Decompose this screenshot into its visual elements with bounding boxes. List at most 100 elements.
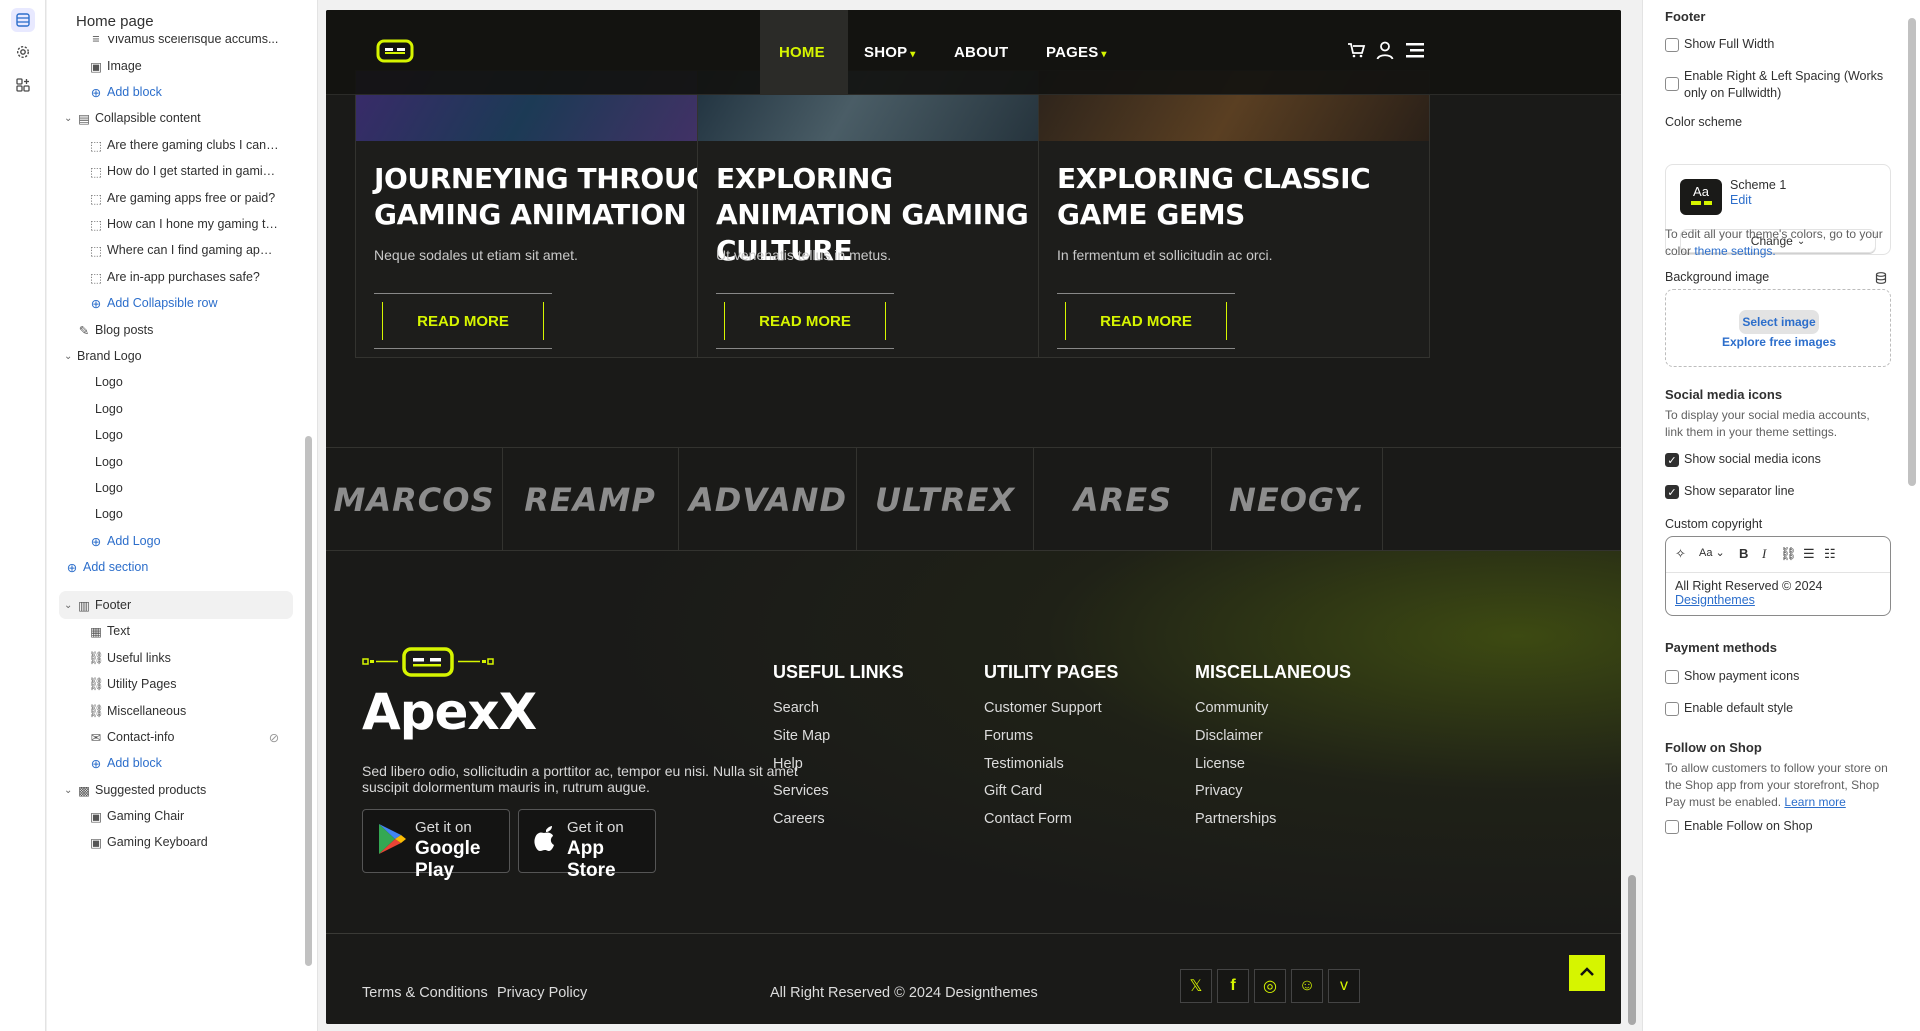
chevron-down-icon[interactable]: ⌄ [64, 785, 74, 796]
footer-link[interactable]: Search [773, 700, 819, 716]
tree-section[interactable]: ⌄ ▩ Suggested products [59, 776, 293, 804]
footer-link[interactable]: Customer Support [984, 700, 1102, 716]
tree-section[interactable]: ✎ Blog posts [59, 316, 293, 344]
footer-link[interactable]: Site Map [773, 728, 830, 744]
back-to-top-button[interactable] [1569, 955, 1605, 991]
tree-block[interactable]: Logo [59, 474, 293, 502]
brand-logo[interactable]: ULTREX [857, 448, 1034, 552]
add-section-button[interactable]: ⊕ Add section [59, 553, 293, 581]
vimeo-icon[interactable]: v [1328, 969, 1360, 1003]
cart-icon[interactable] [1346, 40, 1366, 65]
settings-scrollbar[interactable] [1905, 0, 1919, 1031]
copyright-editor[interactable]: ✧ Aa ⌄ B I ⛓ ☰ ☷ All Right Reserved © 20… [1665, 536, 1891, 616]
blog-card[interactable]: EXPLORING ANIMATION GAMING CULTURE Ut ve… [697, 70, 1089, 358]
bullet-list-icon[interactable]: ☰ [1803, 546, 1815, 562]
sidebar-scroll-thumb[interactable] [305, 436, 312, 966]
google-play-button[interactable]: Get it on Google Play [362, 809, 510, 881]
blog-card-title[interactable]: JOURNEYING THROUGH GAMING ANIMATION [374, 161, 734, 233]
enable-spacing-label[interactable]: Enable Right & Left Spacing (Works only … [1684, 68, 1884, 102]
link-icon[interactable]: ⛓ [1780, 546, 1797, 562]
footer-link[interactable]: Disclaimer [1195, 728, 1263, 744]
show-separator-label[interactable]: Show separator line [1684, 483, 1794, 500]
brand-logo[interactable]: MARCOS [326, 448, 503, 552]
tree-block[interactable]: ⛓ Utility Pages [59, 670, 293, 698]
show-payment-checkbox[interactable] [1665, 670, 1679, 684]
tree-block[interactable]: ▣ Gaming Chair [59, 802, 293, 830]
nav-about[interactable]: ABOUT [954, 44, 1008, 61]
facebook-icon[interactable]: f [1217, 969, 1249, 1003]
learn-more-link[interactable]: Learn more [1784, 795, 1845, 809]
tree-block[interactable]: ≡ Vivamus scelerisque accums... [59, 36, 293, 53]
blog-card-title[interactable]: EXPLORING CLASSIC GAME GEMS [1057, 161, 1417, 233]
show-payment-label[interactable]: Show payment icons [1684, 668, 1799, 685]
tree-block[interactable]: ⬚ Are gaming apps free or paid? [59, 184, 293, 212]
brand-logo[interactable]: ADVAND [680, 448, 857, 552]
show-social-label[interactable]: Show social media icons [1684, 451, 1821, 468]
preview-scrollbar[interactable] [1624, 0, 1640, 1031]
nav-pages[interactable]: PAGES ▾ [1046, 44, 1107, 61]
tree-block[interactable]: ▣ Gaming Keyboard [59, 828, 293, 856]
footer-link[interactable]: Contact Form [984, 811, 1072, 827]
user-icon[interactable] [1375, 40, 1395, 65]
show-full-width-label[interactable]: Show Full Width [1684, 36, 1774, 53]
default-style-checkbox[interactable] [1665, 702, 1679, 716]
show-separator-checkbox[interactable]: ✓ [1665, 485, 1679, 499]
image-drop-zone[interactable]: Select image Explore free images [1665, 289, 1891, 367]
tree-section-footer[interactable]: ⌄ ▥ Footer [59, 591, 293, 619]
select-image-button[interactable]: Select image [1739, 310, 1819, 334]
menu-icon[interactable] [1404, 40, 1426, 65]
eye-slash-icon[interactable]: ⊘ [267, 730, 281, 745]
enable-spacing-checkbox[interactable] [1665, 77, 1679, 91]
explore-images-link[interactable]: Explore free images [1666, 335, 1892, 349]
x-icon[interactable]: 𝕏 [1180, 969, 1212, 1003]
tree-block[interactable]: ⛓ Miscellaneous [59, 697, 293, 725]
settings-scroll-thumb[interactable] [1908, 18, 1916, 486]
preview-scroll-thumb[interactable] [1628, 875, 1636, 1025]
sidebar-scrollbar[interactable] [302, 46, 314, 1026]
tree-section[interactable]: ⌄ Brand Logo [59, 342, 293, 370]
theme-settings-link[interactable]: theme settings. [1694, 244, 1775, 258]
tree-block[interactable]: ⬚ Where can I find gaming apps? [59, 236, 293, 264]
terms-link[interactable]: Terms & Conditions [362, 985, 488, 1001]
tree-block[interactable]: Logo [59, 395, 293, 423]
chevron-down-icon[interactable]: ⌄ [64, 351, 74, 362]
tree-block[interactable]: Logo [59, 448, 293, 476]
database-icon[interactable] [1875, 271, 1887, 289]
footer-link[interactable]: Testimonials [984, 756, 1064, 772]
app-store-button[interactable]: Get it on App Store [518, 809, 656, 881]
read-more-button[interactable]: READ MORE [716, 293, 894, 349]
blog-card[interactable]: EXPLORING CLASSIC GAME GEMS In fermentum… [1038, 70, 1430, 358]
sections-icon[interactable] [11, 8, 35, 32]
footer-link[interactable]: Gift Card [984, 783, 1042, 799]
read-more-button[interactable]: READ MORE [1057, 293, 1235, 349]
chevron-down-icon[interactable]: ⌄ [64, 113, 74, 124]
font-size-icon[interactable]: Aa ⌄ [1699, 546, 1725, 559]
apps-icon[interactable] [11, 73, 35, 97]
add-block-button[interactable]: ⊕ Add block [59, 78, 293, 106]
show-social-checkbox[interactable]: ✓ [1665, 453, 1679, 467]
footer-link[interactable]: Careers [773, 811, 825, 827]
default-style-label[interactable]: Enable default style [1684, 700, 1793, 717]
enable-follow-checkbox[interactable] [1665, 820, 1679, 834]
footer-link[interactable]: Partnerships [1195, 811, 1276, 827]
tree-block[interactable]: ⬚ Are in-app purchases safe? [59, 263, 293, 291]
add-block-button[interactable]: ⊕ Add block [59, 749, 293, 777]
nav-home[interactable]: HOME [779, 44, 825, 61]
brand-logo[interactable]: ARES [1035, 448, 1212, 552]
magic-icon[interactable]: ✧ [1675, 546, 1686, 562]
italic-icon[interactable]: I [1762, 546, 1766, 562]
enable-follow-label[interactable]: Enable Follow on Shop [1684, 818, 1813, 835]
footer-link[interactable]: Help [773, 756, 803, 772]
copyright-editor-link[interactable]: Designthemes [1675, 592, 1755, 609]
footer-link[interactable]: Services [773, 783, 829, 799]
footer-link[interactable]: Forums [984, 728, 1033, 744]
add-logo-button[interactable]: ⊕ Add Logo [59, 527, 293, 555]
site-logo[interactable] [376, 38, 414, 69]
show-full-width-checkbox[interactable] [1665, 38, 1679, 52]
gear-icon[interactable] [11, 40, 35, 64]
blog-card[interactable]: JOURNEYING THROUGH GAMING ANIMATION Nequ… [355, 70, 747, 358]
snapchat-icon[interactable]: ☺ [1291, 969, 1323, 1003]
tree-block[interactable]: ⬚ Are there gaming clubs I can j... [59, 131, 293, 159]
tree-block[interactable]: Logo [59, 500, 293, 528]
tree-block[interactable]: ⛓ Useful links [59, 644, 293, 672]
